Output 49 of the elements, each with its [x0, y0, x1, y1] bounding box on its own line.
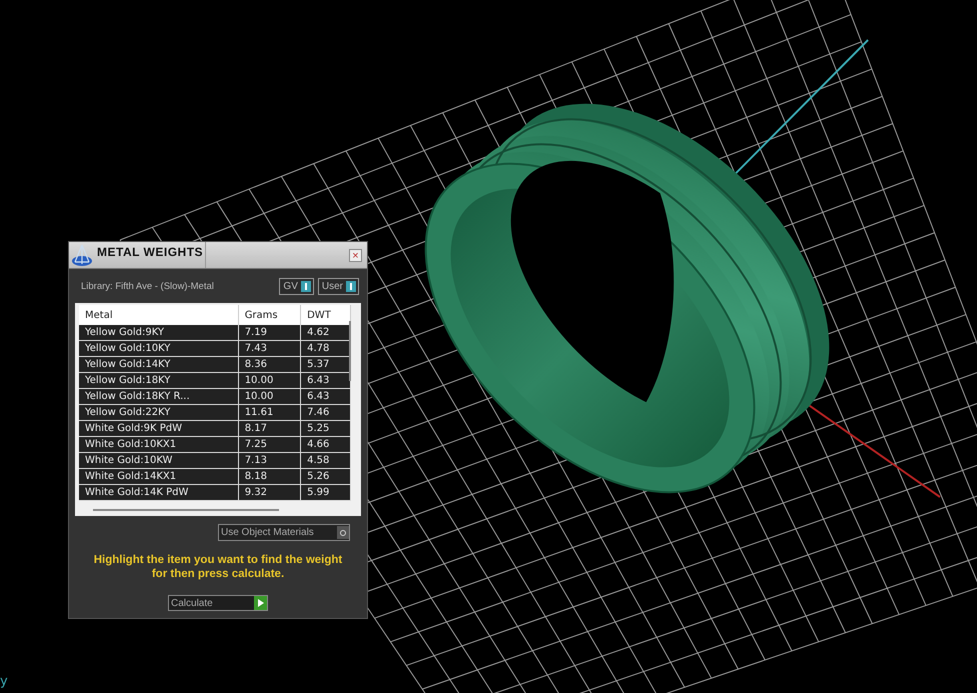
table-cell: Yellow Gold:9KY — [79, 325, 238, 340]
table-cell: 5.25 — [300, 420, 350, 436]
toggle-switch[interactable]: GV — [279, 278, 314, 295]
table-cell: 9.32 — [238, 484, 301, 500]
table-cell: 11.61 — [238, 404, 301, 420]
table-cell: White Gold:9K PdW — [79, 420, 238, 436]
table-cell: 8.18 — [238, 468, 301, 484]
table-cell: Yellow Gold:10KY — [79, 340, 238, 356]
table-cell: Yellow Gold:18KY — [79, 372, 238, 388]
table-cell: White Gold:10KW — [79, 452, 238, 468]
play-icon — [258, 599, 264, 607]
table-cell: Yellow Gold:18KY R... — [79, 388, 238, 404]
axis-label: y — [0, 674, 8, 689]
table-cell: 7.46 — [300, 404, 350, 420]
table-cell: White Gold:10KX1 — [79, 436, 238, 452]
table-cell: 6.43 — [300, 372, 350, 388]
instructions-text: Highlight the item you want to find the weight for then press calculate. — [92, 553, 344, 581]
table-cell: 5.99 — [300, 484, 350, 500]
table-cell: 5.26 — [300, 468, 350, 484]
table-cell: 6.43 — [300, 388, 350, 404]
table-cell: 4.78 — [300, 340, 350, 356]
table-cell: 4.66 — [300, 436, 350, 452]
table-cell: Yellow Gold:22KY — [79, 404, 238, 420]
table-cell: 10.00 — [238, 372, 301, 388]
table-cell: 4.58 — [300, 452, 350, 468]
table-cell: White Gold:14K PdW — [79, 484, 238, 500]
close-button[interactable]: × — [349, 248, 362, 262]
library-label: Library: Fifth Ave - (Slow)-Metal — [81, 281, 215, 292]
column-header[interactable]: Metal — [79, 305, 238, 325]
table-cell: 10.00 — [238, 388, 301, 404]
toggle-switch[interactable]: User — [318, 278, 359, 295]
horizontal-scrollbar[interactable] — [93, 509, 279, 511]
table-cell: 8.36 — [238, 356, 301, 372]
table-cell: 5.37 — [300, 356, 350, 372]
column-header[interactable]: DWT — [300, 305, 350, 325]
table-cell: 4.62 — [300, 325, 350, 340]
pyramid-logo-icon — [71, 243, 93, 267]
calculate-button[interactable]: Calculate — [168, 595, 268, 611]
column-header[interactable]: Grams — [238, 305, 301, 325]
panel-title: METAL WEIGHTS — [97, 244, 204, 259]
table-cell: 7.25 — [238, 436, 301, 452]
table-cell: 7.43 — [238, 340, 301, 356]
use-object-materials-option[interactable]: Use Object Materials — [218, 524, 350, 541]
table-cell: 8.17 — [238, 420, 301, 436]
table-cell: Yellow Gold:14KY — [79, 356, 238, 372]
table-cell: 7.19 — [238, 325, 301, 340]
vertical-scrollbar[interactable] — [349, 321, 351, 381]
table-cell: 7.13 — [238, 452, 301, 468]
table-cell: White Gold:14KX1 — [79, 468, 238, 484]
